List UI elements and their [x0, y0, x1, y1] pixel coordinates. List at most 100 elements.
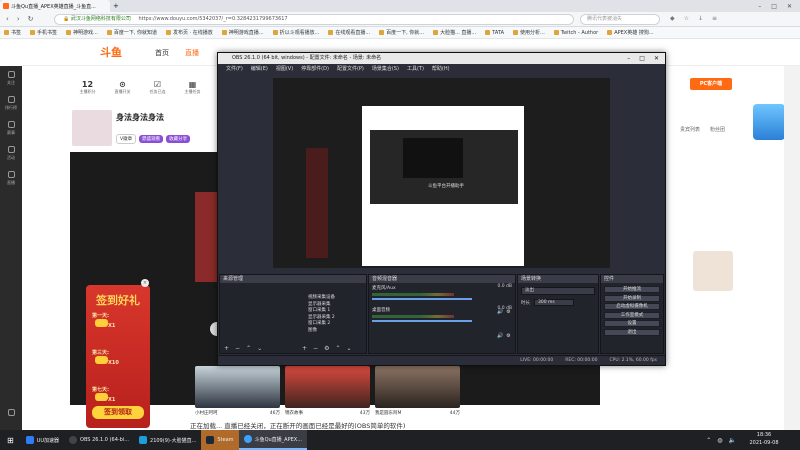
nav-live[interactable]: 直播 [185, 48, 199, 58]
move-up-icon[interactable]: ⌃ [246, 345, 251, 352]
duration-input[interactable]: 300 ms [534, 299, 574, 306]
menu-help[interactable]: 帮助(H) [432, 65, 450, 72]
leftnav-item-follow[interactable]: 关注 [0, 66, 22, 91]
source-up-icon[interactable]: ⌃ [335, 345, 340, 352]
transition-type-select[interactable]: 淡出 [521, 287, 595, 295]
speaker-icon[interactable]: 🔊 [497, 333, 503, 339]
browser-tab-douyu[interactable]: 斗鱼Qu直播_APEX英雄直播_斗鱼直... [0, 0, 110, 12]
nav-home[interactable]: 首页 [155, 48, 169, 58]
page-scrollbar[interactable] [784, 66, 800, 430]
source-item[interactable]: 图像 [298, 328, 366, 335]
gift-close-icon[interactable]: × [141, 279, 149, 287]
start-streaming-button[interactable]: 开始推流 [604, 286, 660, 293]
volume-icon[interactable]: 🔈 [729, 437, 736, 444]
start-button[interactable]: ⊞ [0, 430, 21, 450]
bookmark-item[interactable]: TATA [485, 30, 504, 36]
search-box[interactable]: 腾讯代表被消失 [580, 14, 660, 25]
url-input[interactable]: 🔒 武汉斗鱼网络科技有限公司 https://www.douyu.com/534… [54, 14, 574, 25]
menu-tools[interactable]: 工具(T) [407, 65, 424, 72]
menu-edit[interactable]: 编辑(E) [251, 65, 268, 72]
settings-icon[interactable] [0, 401, 22, 426]
stat-tasks[interactable]: ☑ 任务已连 [140, 80, 175, 95]
start-recording-button[interactable]: 开始录制 [604, 294, 660, 302]
bookmark-item[interactable]: 神明游戏... [66, 29, 98, 36]
source-settings-icon[interactable]: ⚙ [324, 345, 329, 352]
back-icon[interactable]: ‹ [6, 15, 9, 23]
volume-slider[interactable] [372, 298, 472, 300]
settings-button[interactable]: 设置 [604, 320, 660, 327]
bookmark-item[interactable]: 书签 [4, 29, 21, 36]
obs-maximize-icon[interactable]: □ [639, 53, 645, 64]
tag-badge[interactable]: 鼎盛观看 [139, 135, 164, 143]
remove-source-icon[interactable]: − [313, 345, 318, 352]
star-icon[interactable]: ☆ [684, 15, 689, 22]
menu-docks[interactable]: 停靠部件(D) [301, 65, 329, 72]
tag-badge[interactable]: 收藏分享 [166, 135, 191, 143]
leftnav-item-match[interactable]: 赛事 [0, 116, 22, 141]
avatar[interactable] [72, 110, 112, 146]
virtual-camera-button[interactable]: 启动虚拟摄像机 [604, 303, 660, 310]
bookmark-item[interactable]: 神明游戏直播... [221, 29, 264, 36]
recommend-card[interactable]: 锦衣故事 43万 [285, 366, 370, 416]
reload-icon[interactable]: ↻ [28, 15, 34, 23]
close-icon[interactable]: ✕ [787, 3, 792, 10]
stat-live-switch[interactable]: ⊙ 直播开关 [105, 80, 140, 95]
taskbar-item-browser[interactable]: 斗鱼Qu直播_APEX... [238, 430, 307, 450]
bookmark-item[interactable]: 百度一下, 你就... [379, 29, 424, 36]
leftnav-item-rank[interactable]: 排行榜 [0, 91, 22, 116]
add-scene-icon[interactable]: + [224, 345, 229, 352]
maximize-icon[interactable]: □ [771, 3, 777, 10]
forward-icon[interactable]: › [17, 15, 20, 23]
bookmark-item[interactable]: 发布页 · 在线播放 [166, 29, 213, 36]
stat-anchor-task[interactable]: ▦ 主播任务 [175, 80, 210, 95]
bookmark-item[interactable]: 在线观看直播... [328, 29, 370, 36]
bookmark-item[interactable]: 手机书签 [30, 29, 57, 36]
douyu-logo[interactable]: 斗鱼 [100, 44, 122, 60]
source-down-icon[interactable]: ⌄ [346, 345, 351, 352]
move-down-icon[interactable]: ⌄ [257, 345, 262, 352]
bookmark-item[interactable]: 折以斗观看播放... [272, 29, 319, 36]
stat-points[interactable]: 12 主播积分 [70, 80, 105, 95]
tag-badge[interactable]: V徽章 [116, 134, 137, 144]
bookmark-item[interactable]: 大脸猫... 直播... [433, 29, 476, 36]
obs-minimize-icon[interactable]: – [627, 53, 630, 64]
bookmark-item[interactable]: 使用分析... [513, 29, 545, 36]
obs-close-icon[interactable]: ✕ [654, 53, 659, 64]
menu-view[interactable]: 视图(V) [276, 65, 293, 72]
network-icon[interactable]: ◍ [717, 437, 722, 444]
studio-mode-button[interactable]: 工作室模式 [604, 311, 660, 319]
event-banner-image[interactable] [693, 251, 733, 291]
recommend-card[interactable]: 小村庄呵呵 46万 [195, 366, 280, 416]
leftnav-item-live[interactable]: 直播 [0, 166, 22, 191]
system-clock[interactable]: 18:36 2021-09-08 [740, 432, 788, 447]
pc-client-button[interactable]: PC客户端 [690, 78, 732, 90]
signin-claim-button[interactable]: 签到领取 [92, 406, 144, 419]
taskbar-item-steam[interactable]: Steam [201, 430, 239, 450]
menu-file[interactable]: 文件(F) [226, 65, 243, 72]
taskbar-item-video[interactable]: 2109(9)-大脸猫直... [134, 430, 201, 450]
add-source-icon[interactable]: + [302, 345, 307, 352]
leftnav-item-activity[interactable]: 活动 [0, 141, 22, 166]
bookmark-item[interactable]: 百度一下, 你就知道 [106, 29, 157, 36]
remove-scene-icon[interactable]: − [235, 345, 240, 352]
tab-vip-list[interactable]: 贵宾列表 [680, 126, 700, 133]
menu-profile[interactable]: 配置文件(P) [337, 65, 364, 72]
volume-slider[interactable] [372, 320, 472, 322]
event-banner-icon[interactable] [753, 104, 785, 140]
exit-button[interactable]: 退出 [604, 328, 660, 336]
gear-icon[interactable]: ⚙ [506, 333, 510, 339]
gear-icon[interactable]: ⚙ [506, 309, 510, 315]
recommend-card[interactable]: 我是圆东阿M 44万 [375, 366, 460, 416]
new-tab-button[interactable]: + [110, 0, 122, 12]
download-icon[interactable]: ↓ [698, 15, 703, 22]
taskbar-item-obs[interactable]: OBS 26.1.0 (64-bi... [64, 430, 134, 450]
obs-preview-canvas[interactable]: 斗鱼平台开播助手 [273, 78, 610, 268]
extension-icon[interactable]: ◆ [670, 15, 675, 22]
bookmark-item[interactable]: Twitch - Author [553, 30, 598, 36]
menu-scene-collection[interactable]: 场景集合(S) [372, 65, 399, 72]
tab-fans[interactable]: 粉丝团 [710, 126, 725, 133]
bookmark-item[interactable]: APEX英雄 搜狗... [607, 29, 654, 36]
tray-chevron-icon[interactable]: ⌃ [706, 437, 711, 444]
menu-icon[interactable]: ≡ [712, 15, 717, 22]
taskbar-item-uu[interactable]: UU加速器 [21, 430, 64, 450]
